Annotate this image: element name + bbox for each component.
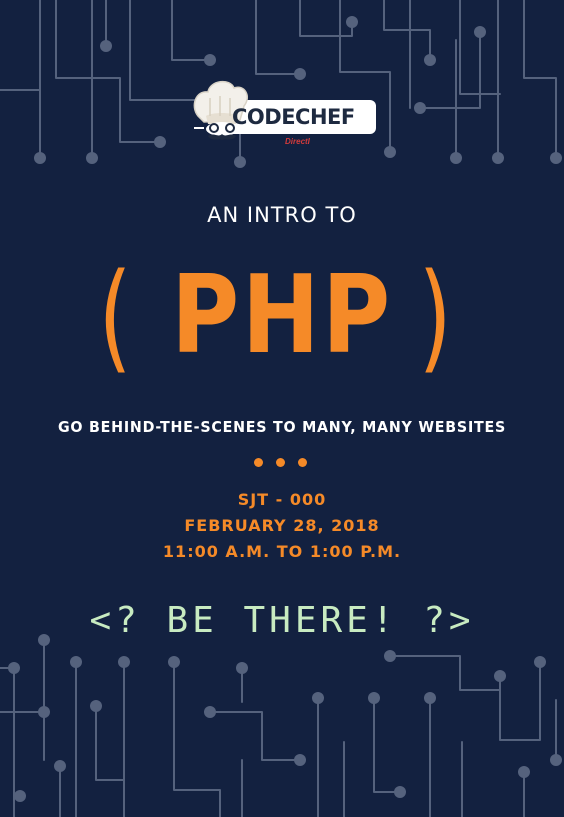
codechef-logo: CODECHEF DirectI xyxy=(186,76,378,150)
divider-dot xyxy=(254,458,263,467)
three-dots-icon xyxy=(252,458,312,470)
close-parenthesis: ) xyxy=(418,247,452,385)
event-date: FEBRUARY 28, 2018 xyxy=(184,516,380,535)
sponsor-name: DirectI xyxy=(285,137,310,146)
tagline: GO BEHIND-THE-SCENES TO MANY, MANY WEBSI… xyxy=(57,418,507,436)
event-venue: SJT - 000 xyxy=(237,490,327,509)
topic-title: PHP xyxy=(171,253,393,378)
divider-dot xyxy=(276,458,285,467)
intro-heading: AN INTRO TO xyxy=(207,203,357,227)
call-to-action: <? BE THERE! ?> xyxy=(89,600,475,641)
event-time: 11:00 A.M. TO 1:00 P.M. xyxy=(162,542,402,561)
event-poster: CODECHEF DirectI AN INTRO TO ( PHP ) GO … xyxy=(0,0,564,817)
topic-headline: ( PHP ) xyxy=(0,246,564,386)
brand-name: CODECHEF xyxy=(232,105,355,129)
divider-dot xyxy=(298,458,307,467)
